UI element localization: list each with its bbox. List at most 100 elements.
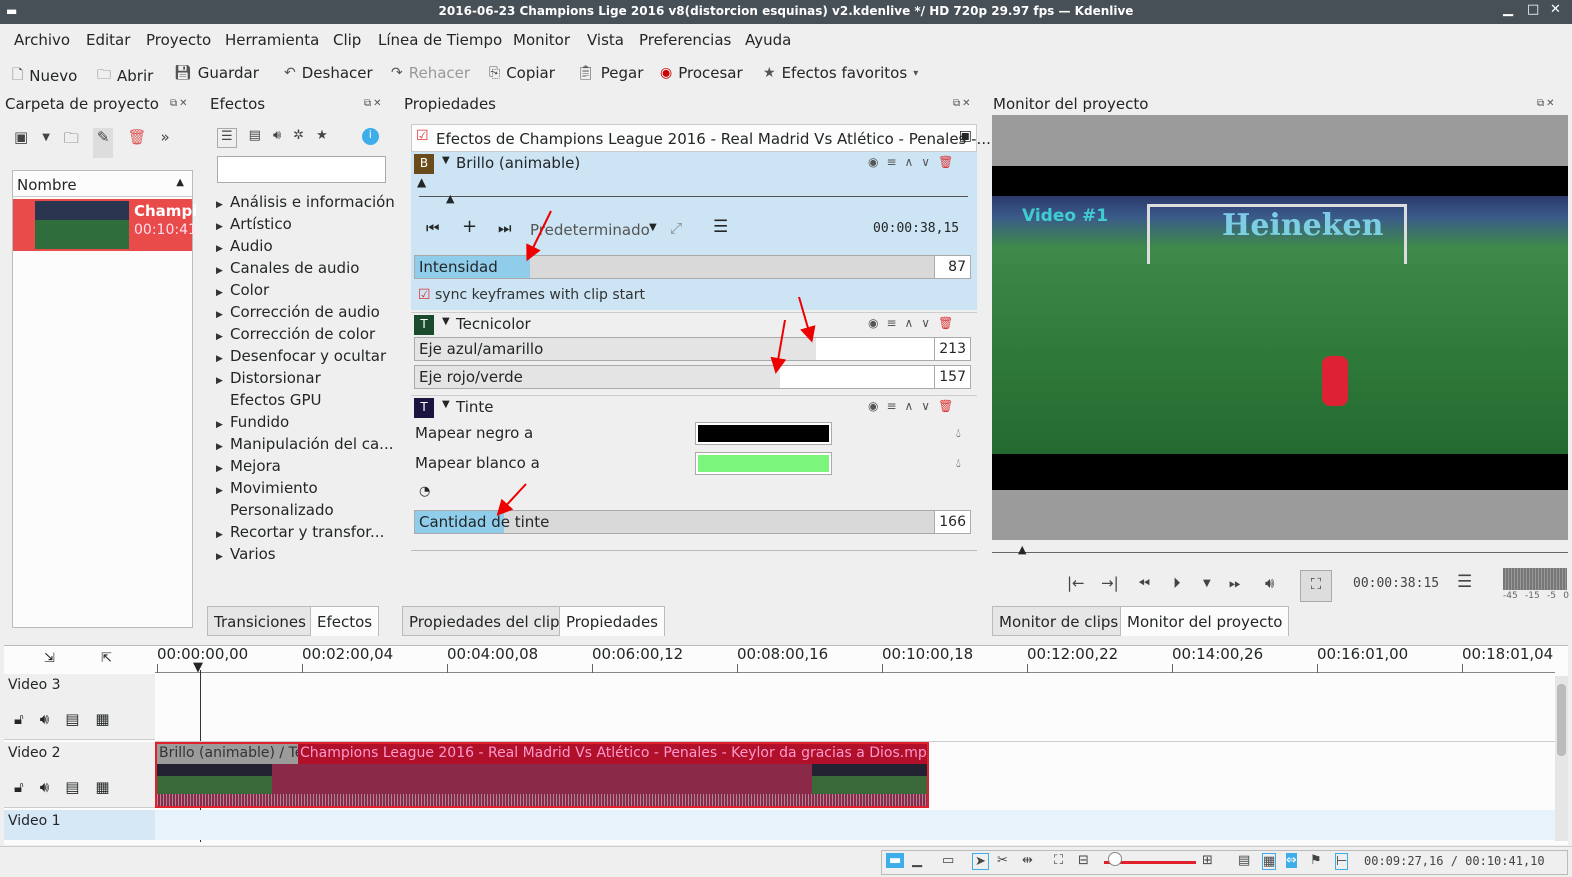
cantidad-tinte-value[interactable]: 166 <box>934 511 970 533</box>
dock-controls[interactable]: ⧉✕ <box>170 98 190 109</box>
keyframe-playhead[interactable]: ▲ <box>446 192 454 205</box>
scrollbar-thumb[interactable] <box>1557 684 1566 756</box>
effect-category[interactable]: ▶ Análisis e información <box>216 193 395 211</box>
menu-icon[interactable]: ☰ <box>713 217 728 237</box>
zoom-in-icon[interactable]: ⊞ <box>1202 853 1213 868</box>
mute-icon[interactable]: 🔊︎ <box>40 778 49 796</box>
new-button[interactable]: 🗋 Nuevo <box>12 64 77 88</box>
add-keyframe-icon[interactable]: + <box>462 216 477 237</box>
intensidad-slider[interactable]: Intensidad 87 <box>414 255 971 279</box>
more-icon[interactable]: » <box>161 128 170 158</box>
eyedropper-icon[interactable]: 💧︎ <box>956 426 961 441</box>
spacer-tool-icon[interactable]: ⇹ <box>1022 853 1033 868</box>
track-video-2[interactable]: Video 2 🔓︎ 🔊︎ ▤ ▦ <box>4 742 155 808</box>
rewind-icon[interactable]: ⏪︎ <box>1138 574 1150 592</box>
dropdown-icon[interactable]: ▼ <box>42 128 50 158</box>
effect-category[interactable]: ▶ Fundido <box>216 413 289 431</box>
effect-category[interactable]: ▶ Corrección de color <box>216 325 375 343</box>
effect-action-icons[interactable]: ◉≡∧∨🗑︎ <box>868 155 961 169</box>
razor-tool-icon[interactable]: ✂ <box>997 853 1008 868</box>
keyframe-ruler[interactable]: ▲ ▲ <box>417 175 968 205</box>
zone-end-icon[interactable]: →| <box>1101 574 1119 592</box>
collapse-icon[interactable]: ▼ <box>442 316 450 327</box>
play-menu-icon[interactable]: ▼ <box>1203 578 1211 589</box>
edit-icon[interactable]: ✎ <box>92 128 114 158</box>
add-folder-icon[interactable]: 🗀 <box>64 128 79 158</box>
effect-category[interactable]: ▶ Corrección de audio <box>216 303 380 321</box>
fit-zoom-icon[interactable]: ⛶ <box>1054 853 1063 868</box>
monitor-timecode[interactable]: 00:00:38:15 <box>1353 576 1439 591</box>
mute-icon[interactable]: 🔊︎ <box>40 710 49 728</box>
open-button[interactable]: 🗀 Abrir <box>97 64 153 88</box>
favorites-button[interactable]: ★ Efectos favoritos ▾ <box>763 64 918 82</box>
snap-icon[interactable]: ▭ <box>942 853 954 868</box>
tab-monitor-clips[interactable]: Monitor de clips <box>992 606 1126 636</box>
effect-category[interactable]: ▶ Mejora <box>216 457 281 475</box>
copy-button[interactable]: ⎘ Copiar <box>489 64 555 82</box>
eje-azul-slider[interactable]: Eje azul/amarillo 213 <box>414 337 971 361</box>
monitor-playhead[interactable]: ▲ <box>1018 543 1026 556</box>
favorite-icon[interactable]: ★ <box>316 128 328 148</box>
thumbnails-icon[interactable]: ▤ <box>1238 853 1250 868</box>
undo-button[interactable]: ↶ Deshacer <box>284 64 373 82</box>
monitor-ruler[interactable]: ▲ <box>992 541 1568 556</box>
intensidad-value[interactable]: 87 <box>934 256 970 278</box>
effect-action-icons[interactable]: ◉≡∧∨🗑︎ <box>868 399 961 413</box>
maximize-icon[interactable]: □ <box>1527 2 1539 17</box>
tab-efectos[interactable]: Efectos <box>310 606 380 636</box>
collapse-icon[interactable]: ▼ <box>442 155 450 166</box>
bin-clip-item[interactable]: Champi 00:10:41 <box>13 199 197 251</box>
tab-transiciones[interactable]: Transiciones <box>207 606 313 636</box>
reset-icon[interactable]: ◔ <box>419 484 430 499</box>
keyframe-timecode[interactable]: 00:00:38,15 <box>873 221 959 236</box>
effect-category[interactable]: ▶ Movimiento <box>216 479 318 497</box>
save-button[interactable]: 💾︎ Guardar <box>174 64 259 82</box>
render-button[interactable]: ◉ Procesar <box>660 64 743 82</box>
volume-icon[interactable]: 🔊︎ <box>1265 574 1274 592</box>
tecnicolor-header[interactable]: T ▼ Tecnicolor ◉≡∧∨🗑︎ <box>411 312 977 336</box>
eje-rojo-slider[interactable]: Eje rojo/verde 157 <box>414 365 971 389</box>
preset-select[interactable]: Predeterminado <box>530 221 650 239</box>
properties-dock-controls[interactable]: ⧉✕ <box>953 98 973 109</box>
add-clip-icon[interactable]: ▣ <box>14 128 28 158</box>
effect-category[interactable]: Efectos GPU <box>216 391 322 409</box>
track-video-3[interactable]: Video 3 🔓︎ 🔊︎ ▤ ▦ <box>4 674 155 740</box>
effect-category[interactable]: ▶ Canales de audio <box>216 259 359 277</box>
collapse-icon[interactable]: ▼ <box>442 399 450 410</box>
track-height-icon[interactable]: ▬ <box>886 853 905 868</box>
effects-dock-controls[interactable]: ⧉✕ <box>364 98 384 109</box>
ripple-icon[interactable]: ⊢ <box>1335 853 1349 870</box>
paste-button[interactable]: 📋︎ Pegar <box>577 64 643 82</box>
close-icon[interactable]: ✕ <box>1550 2 1561 17</box>
tab-propiedades[interactable]: Propiedades <box>559 606 665 636</box>
video-toggle-icon[interactable]: ▤ <box>65 710 79 728</box>
lock-icon[interactable]: 🔓︎ <box>14 778 24 796</box>
effect-category[interactable]: ▶ Varios <box>216 545 276 563</box>
menu-vista[interactable]: Vista <box>587 31 624 49</box>
monitor-dock-controls[interactable]: ⧉✕ <box>1537 98 1557 109</box>
stack-enable-checkbox[interactable]: ☑ <box>416 128 429 144</box>
list-icon[interactable]: ☰ <box>217 128 237 148</box>
zoom-out-icon[interactable]: ⊟ <box>1078 853 1089 868</box>
prev-keyframe-icon[interactable]: ⏮︎ <box>426 219 440 237</box>
lock-icon[interactable]: 🔓︎ <box>14 710 24 728</box>
menu-preferencias[interactable]: Preferencias <box>639 31 731 49</box>
effect-category[interactable]: ▶ Audio <box>216 237 273 255</box>
menu-herramienta[interactable]: Herramienta <box>225 31 319 49</box>
stack-menu-icon[interactable]: ▣ <box>959 128 972 144</box>
play-icon[interactable]: ⏵︎ <box>1173 574 1181 592</box>
zoom-out-tracks-icon[interactable]: ⇱ <box>101 651 112 666</box>
timeline-clip[interactable]: Brillo (animable) / Te Champions League … <box>155 742 929 808</box>
track-video-1[interactable]: Video 1 <box>4 810 155 840</box>
timeline-scrollbar[interactable] <box>1555 676 1568 841</box>
effects-search-input[interactable] <box>217 156 386 183</box>
markers-icon[interactable]: ⇔ <box>1286 853 1297 868</box>
zoom-slider-handle[interactable] <box>1108 852 1122 866</box>
next-keyframe-icon[interactable]: ⏭︎ <box>498 219 512 237</box>
interpolation-icon[interactable]: ⤢ <box>670 219 682 237</box>
flag-icon[interactable]: ⚑ <box>1310 853 1322 868</box>
timeline-playhead-marker[interactable]: ▼ <box>193 660 203 675</box>
effect-category[interactable]: ▶ Manipulación del ca... <box>216 435 394 453</box>
column-header-name[interactable]: Nombre ▲ <box>13 171 192 197</box>
composite-icon[interactable]: ▦ <box>95 710 109 728</box>
